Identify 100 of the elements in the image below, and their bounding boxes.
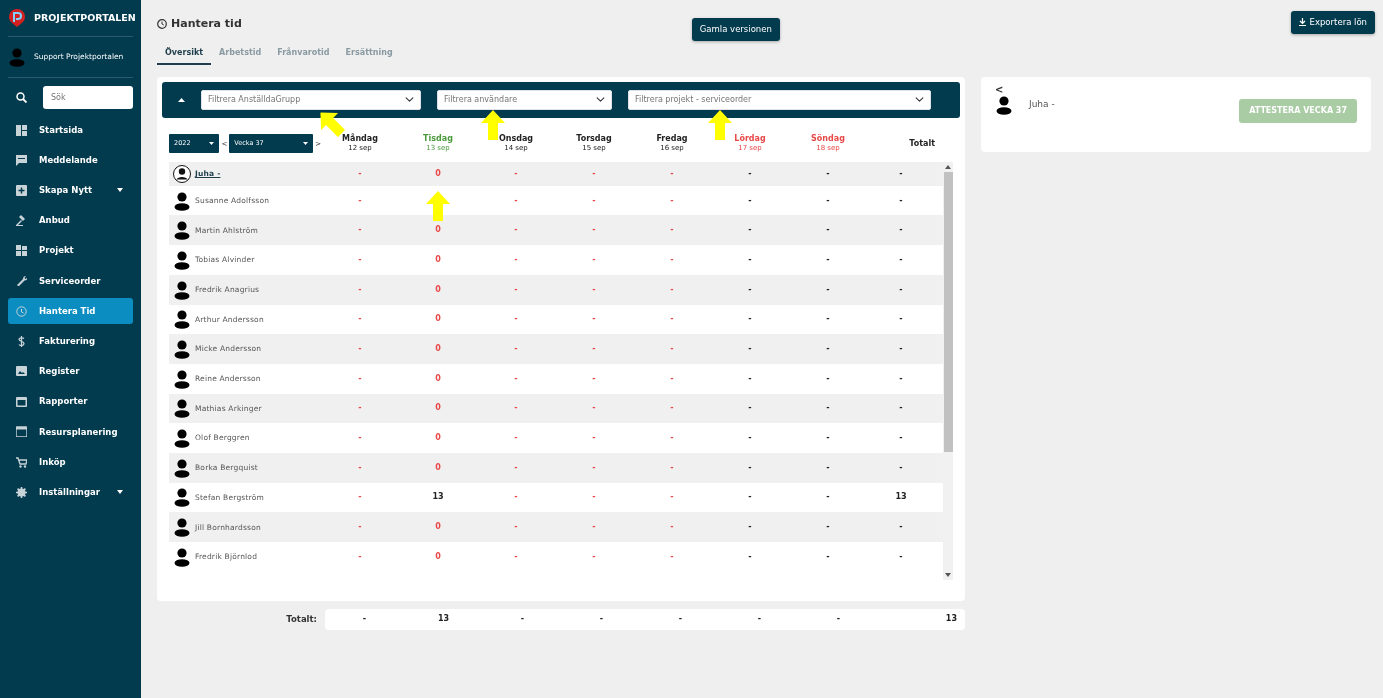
filter-dropdown[interactable]: Filtrera användare [437, 89, 612, 110]
hours-value: - [514, 461, 518, 474]
hours-value: - [592, 521, 596, 534]
hours-value: - [670, 402, 674, 415]
page-title: Hantera tid [171, 16, 242, 32]
hours-value: - [592, 313, 596, 326]
hours-value: - [670, 313, 674, 326]
hours-value: - [514, 253, 518, 266]
sidebar-item[interactable]: Inställningar [8, 479, 133, 506]
avatar-icon [173, 487, 191, 508]
sidebar-item[interactable]: Projekt [8, 237, 133, 264]
caret-icon [209, 142, 215, 146]
avatar-icon [173, 517, 191, 538]
calendar-icon [16, 396, 27, 408]
sidebar-item[interactable]: Rapporter [8, 388, 133, 415]
hours-value: - [748, 194, 752, 207]
gavel-icon [16, 215, 27, 227]
hours-value: - [592, 343, 596, 356]
avatar-icon [8, 47, 26, 67]
export-button[interactable]: Exportera lön [1290, 11, 1375, 34]
hours-value: - [358, 313, 362, 326]
hours-value: - [670, 491, 674, 504]
hours-value: - [514, 521, 518, 534]
hours-value: - [899, 343, 903, 356]
hours-value: 0 [435, 550, 441, 563]
message-icon [16, 154, 27, 166]
hours-value: - [592, 372, 596, 385]
hours-value: 0 [435, 313, 441, 326]
image-icon [16, 366, 27, 377]
hours-value: - [826, 194, 830, 207]
hours-value: - [826, 402, 830, 415]
sidebar-item[interactable]: Inköp [8, 449, 133, 476]
hours-value: - [670, 224, 674, 237]
hours-value: - [748, 253, 752, 266]
hours-value: - [514, 313, 518, 326]
sidebar-item[interactable]: Skapa Nytt [8, 177, 133, 204]
hours-value: - [358, 194, 362, 207]
dollar-icon [16, 335, 27, 347]
day-heading: Söndag [811, 134, 845, 143]
hours-value: - [748, 313, 752, 326]
hours-value: - [748, 167, 752, 180]
hours-value: - [748, 521, 752, 534]
total-value: - [835, 613, 842, 626]
filter-dropdown[interactable]: Filtrera projekt - serviceorder [628, 89, 931, 110]
search-field[interactable]: Sök [43, 86, 133, 109]
old-version-button[interactable]: Gamla versionen [691, 18, 780, 41]
hours-value: 13 [432, 491, 444, 504]
hours-value: - [670, 372, 674, 385]
total-value: - [598, 613, 605, 626]
wrench-icon [16, 275, 27, 287]
tab[interactable]: Översikt [157, 42, 212, 65]
hours-value: 0 [435, 253, 441, 266]
sidebar-item[interactable]: Hantera Tid [8, 298, 133, 325]
caret-icon [178, 97, 185, 102]
sidebar-item[interactable]: Startsida [8, 117, 133, 143]
employee-name: Juha - [1029, 98, 1055, 111]
search-icon [16, 92, 27, 103]
hours-value: - [826, 372, 830, 385]
hours-value: - [899, 461, 903, 474]
hours-value: - [670, 461, 674, 474]
scroll-down-icon [945, 572, 951, 577]
hours-value: - [826, 550, 830, 563]
filter-dropdown[interactable]: Filtrera AnställdaGrupp [201, 89, 421, 110]
hours-value: - [899, 194, 903, 207]
dashboard-icon [16, 124, 27, 136]
total-value: 13 [436, 613, 451, 626]
hours-value: - [358, 432, 362, 445]
hours-value: - [670, 550, 674, 563]
total-value: - [756, 613, 763, 626]
avatar-icon [173, 309, 191, 330]
hours-value: - [899, 550, 903, 563]
hours-value: - [826, 343, 830, 356]
cart-icon [16, 456, 27, 468]
sidebar-item[interactable]: Fakturering [8, 328, 133, 355]
scrollbar[interactable] [943, 161, 953, 580]
hours-value: - [899, 521, 903, 534]
sidebar-item[interactable]: Meddelande [8, 147, 133, 174]
sidebar-item[interactable]: Anbud [8, 207, 133, 234]
avatar-icon [173, 279, 191, 300]
hours-value: - [358, 372, 362, 385]
hours-value: - [899, 432, 903, 445]
plus-icon [16, 184, 27, 196]
hours-value: 0 [435, 521, 441, 534]
hours-value: - [826, 283, 830, 296]
sidebar-item[interactable]: Register [8, 358, 133, 385]
avatar-icon [173, 163, 191, 184]
hours-value: 0 [435, 402, 441, 415]
sidebar-item[interactable]: Resursplanering [8, 418, 133, 445]
hours-value: - [670, 343, 674, 356]
hours-value: - [899, 313, 903, 326]
hours-value: - [748, 550, 752, 563]
total-value: - [361, 613, 368, 626]
sidebar-item[interactable]: Serviceorder [8, 267, 133, 294]
hours-value: - [592, 194, 596, 207]
hours-value: - [514, 343, 518, 356]
hours-value: - [899, 402, 903, 415]
download-icon [1298, 18, 1306, 27]
hours-value: - [748, 343, 752, 356]
hours-value: 13 [895, 491, 907, 504]
day-heading: Tisdag [423, 134, 453, 143]
